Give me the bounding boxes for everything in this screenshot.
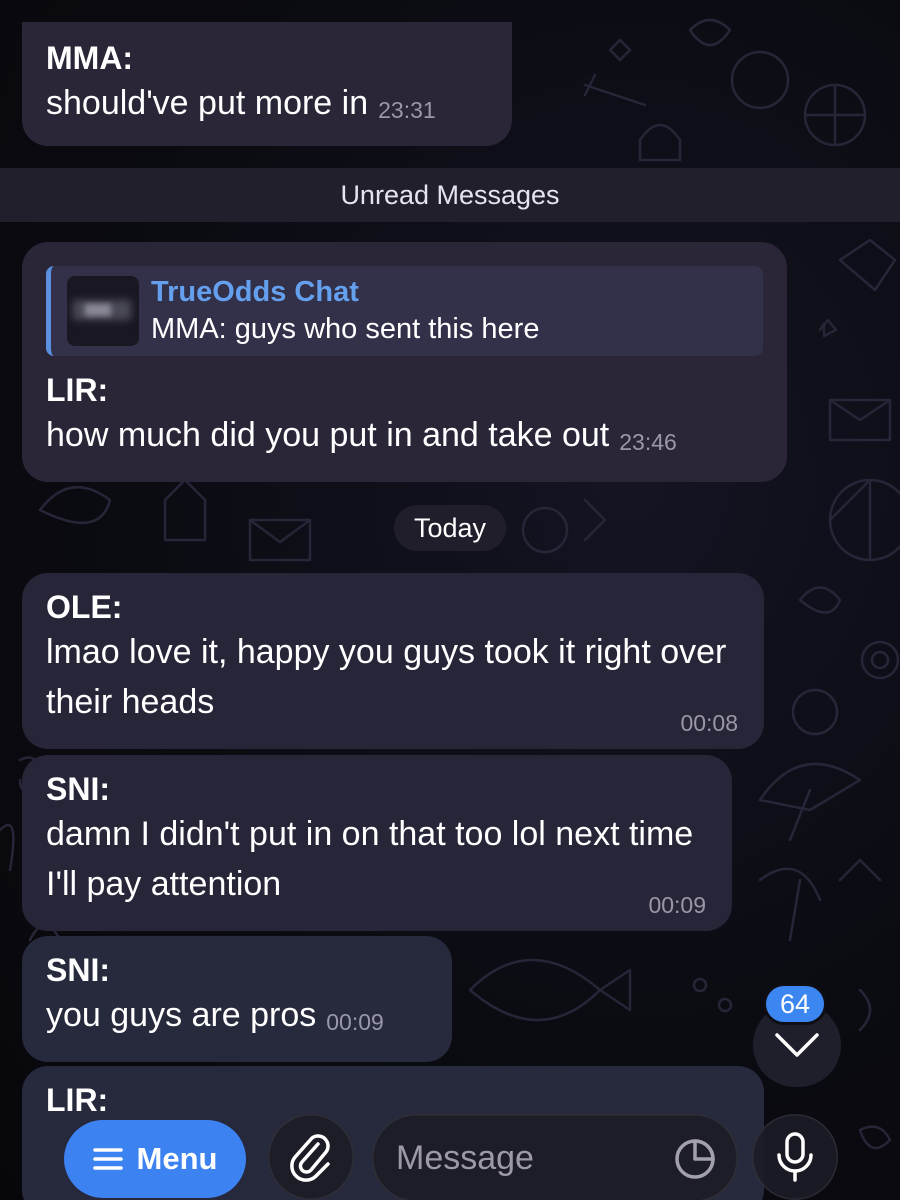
reply-title: TrueOdds Chat [151,276,359,308]
date-label: Today [413,512,487,543]
reply-thumbnail [67,276,139,346]
message-sender: MMA: [46,40,134,76]
message-bubble[interactable]: TrueOdds Chat MMA: guys who sent this he… [22,242,787,482]
message-bubble[interactable]: MMA: should've put more in 23:31 [22,22,512,146]
message-text: you guys are pros 00:09 [46,990,428,1043]
unread-count-badge: 64 [763,983,827,1025]
menu-button[interactable]: Menu [64,1120,246,1198]
chat-screen: MMA: should've put more in 23:31 Unread M… [0,0,900,1200]
hamburger-icon [92,1148,123,1170]
attach-button[interactable] [268,1114,354,1200]
message-bubble[interactable]: SNI: you guys are pros 00:09 [22,936,452,1062]
message-body: how much did you put in and take out [46,416,610,454]
unread-count: 64 [779,988,811,1019]
message-body: you guys are pros [46,996,317,1034]
message-bubble[interactable]: OLE: lmao love it, happy you guys took i… [22,573,764,749]
message-sender: LIR: [46,372,109,408]
reply-quote[interactable]: TrueOdds Chat MMA: guys who sent this he… [46,266,763,356]
message-time: 00:08 [680,710,738,736]
paperclip-icon [290,1134,330,1182]
message-text: lmao love it, happy you guys took it rig… [46,633,727,721]
unread-messages-divider: Unread Messages [0,168,900,222]
message-sender: SNI: [46,952,110,988]
message-sender: OLE: [46,589,123,625]
message-time: 23:31 [378,97,436,123]
message-time: 23:46 [619,429,677,455]
chevron-down-icon [775,1033,819,1057]
date-separator: Today [394,505,506,551]
message-sender: SNI: [46,771,110,807]
menu-label: Menu [136,1141,218,1176]
sticker-icon[interactable] [674,1138,716,1180]
unread-label: Unread Messages [340,179,560,210]
message-time: 00:09 [648,892,706,918]
message-text: should've put more in 23:31 [46,78,488,131]
message-body: should've put more in [46,84,369,122]
message-bubble[interactable]: SNI: damn I didn't put in on that too lo… [22,755,732,931]
microphone-icon [777,1132,813,1182]
message-text: damn I didn't put in on that too lol nex… [46,815,694,903]
message-time: 00:09 [326,1009,384,1035]
reply-text: MMA: guys who sent this here [151,313,540,345]
voice-message-button[interactable] [752,1114,838,1200]
message-input-container[interactable] [372,1114,738,1200]
message-input[interactable] [396,1132,666,1184]
message-text: how much did you put in and take out 23:4… [46,410,763,463]
